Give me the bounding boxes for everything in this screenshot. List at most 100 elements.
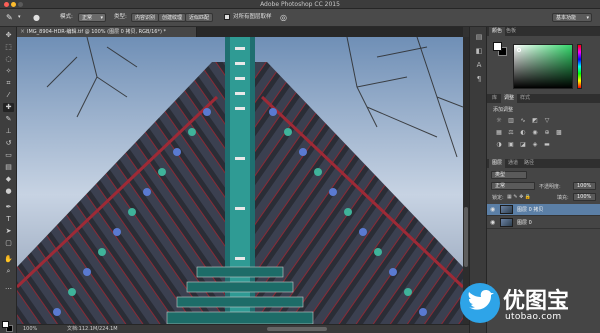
brush-preset-icon[interactable]: ● [33,13,40,22]
image-canvas[interactable] [17,37,463,324]
document-tab-bar: × IMG_8904-HDR-编辑.tif @ 100% (图层 0 拷贝, R… [17,27,463,37]
history-brush-tool-icon[interactable]: ↺ [3,139,14,148]
photo-roof-eaves [17,37,463,324]
adjustments-title: 添加调整 [493,107,514,113]
channel-mixer-icon[interactable]: ⊕ [543,129,551,136]
visibility-eye-icon[interactable]: ◉ [490,219,495,226]
properties-panel-icon[interactable]: ◧ [474,47,484,56]
healing-brush-tool-icon[interactable]: ✚ [3,103,14,112]
shape-tool-icon[interactable]: ▢ [3,239,14,248]
type-tool-icon[interactable]: T [3,215,14,224]
hue-sat-icon[interactable]: ▦ [495,129,503,136]
history-panel-icon[interactable]: ▤ [474,33,484,42]
layer-name: 图层 0 拷贝 [517,207,544,213]
healing-brush-icon[interactable]: ✎ [6,13,13,22]
lasso-tool-icon[interactable]: ◌ [3,55,14,64]
lock-icons[interactable]: ▦ ✎ ✥ 🔒 [507,194,531,200]
zoom-tool-icon[interactable]: ⌕ [3,267,14,276]
visibility-eye-icon[interactable]: ◉ [490,206,495,213]
create-texture-button[interactable]: 创建纹理 [158,13,187,22]
exposure-icon[interactable]: ◩ [531,117,539,124]
photo-filter-icon[interactable]: ◉ [531,129,539,136]
blend-mode-select[interactable]: 正常 [491,182,535,190]
app-title: Adobe Photoshop CC 2015 [260,1,340,8]
color-picker-cursor[interactable] [517,48,521,52]
hand-tool-icon[interactable]: ✋ [3,255,14,264]
color-panel [487,36,600,94]
eraser-tool-icon[interactable]: ▭ [3,151,14,160]
content-aware-button[interactable]: 内容识别 [131,13,160,22]
horizontal-scroll-thumb[interactable] [267,327,327,331]
color-panel-tabs: 颜色 色板 [487,27,600,36]
fill-input[interactable]: 100% [573,193,596,201]
pen-tool-icon[interactable]: ✒ [3,203,14,212]
character-panel-icon[interactable]: A [474,61,484,70]
crop-tool-icon[interactable]: ⌗ [3,79,14,88]
layer-row[interactable]: ◉ 图层 0 拷贝 [487,204,600,216]
workspace-select[interactable]: 基本功能 [552,13,592,22]
clone-stamp-tool-icon[interactable]: ⊥ [3,127,14,136]
gradient-tool-icon[interactable]: ▤ [3,163,14,172]
proximity-match-button[interactable]: 近似匹配 [185,13,214,22]
dodge-tool-icon[interactable]: ● [3,187,14,196]
tab-libraries[interactable]: 库 [489,94,500,103]
more-tools-icon[interactable]: … [3,283,14,292]
document-tab[interactable]: × IMG_8904-HDR-编辑.tif @ 100% (图层 0 拷贝, R… [17,27,197,37]
sample-all-layers-label: 对所有图层取样 [233,14,272,20]
layer-name: 图层 0 [517,220,532,226]
color-lookup-icon[interactable]: ▩ [555,129,563,136]
curves-icon[interactable]: ∿ [519,117,527,124]
tab-channels[interactable]: 通道 [505,159,521,168]
layer-filter-select[interactable]: 类型 [491,171,527,179]
toolbox: ✥ ⬚ ◌ ✧ ⌗ ⁄ ✚ ✎ ⊥ ↺ ▭ ▤ ◆ ● ✒ T ➤ ▢ ✋ ⌕ … [0,27,17,333]
close-tab-icon[interactable]: × [20,27,25,37]
layer-thumbnail [500,205,513,214]
brush-tool-icon[interactable]: ✎ [3,115,14,124]
mode-select[interactable]: 正常 [78,13,106,22]
tab-adjustments[interactable]: 调整 [501,94,518,103]
paragraph-panel-icon[interactable]: ¶ [474,75,484,84]
foreground-color-swatch[interactable] [2,321,9,328]
pressure-icon[interactable]: ◎ [280,13,287,22]
adjustments-panel: 添加调整 ☼ ▥ ∿ ◩ ▽ ▦ ⚖ ◐ ◉ ⊕ ▩ ◑ ▣ ◪ ◈ ▬ [487,103,600,159]
tab-styles[interactable]: 样式 [517,94,533,103]
posterize-icon[interactable]: ▣ [507,141,515,148]
hue-slider[interactable] [577,44,582,89]
move-tool-icon[interactable]: ✥ [3,31,14,40]
zoom-level[interactable]: 100% [23,325,37,333]
panel-foreground-swatch[interactable] [493,42,502,51]
vertical-scroll-thumb[interactable] [464,207,468,267]
vibrance-icon[interactable]: ▽ [543,117,551,124]
lock-label: 锁定: [492,195,504,201]
invert-icon[interactable]: ◑ [495,141,503,148]
layer-thumbnail [500,218,513,227]
gradient-map-icon[interactable]: ▬ [543,141,551,148]
watermark-title: 优图宝 [503,289,570,314]
levels-icon[interactable]: ▥ [507,117,515,124]
quick-select-tool-icon[interactable]: ✧ [3,67,14,76]
brightness-icon[interactable]: ☼ [495,117,503,124]
document-size: 文档:112.1M/224.1M [67,326,118,332]
tab-paths[interactable]: 路径 [521,159,537,168]
watermark-bird-logo [460,283,500,323]
watermark-url: utobao.com [505,312,562,322]
eyedropper-tool-icon[interactable]: ⁄ [3,91,14,100]
threshold-icon[interactable]: ◪ [519,141,527,148]
black-white-icon[interactable]: ◐ [519,129,527,136]
mode-label: 模式: [60,14,73,20]
options-bar: ✎ ▾ ● 模式: 正常 类型: 内容识别 创建纹理 近似匹配 对所有图层取样 … [0,9,600,27]
bird-icon [468,290,494,310]
tool-preset-dropdown-icon[interactable]: ▾ [18,13,21,22]
selective-color-icon[interactable]: ◈ [531,141,539,148]
color-spectrum[interactable] [513,44,573,89]
sample-all-layers-checkbox[interactable] [224,14,230,20]
status-bar: 100% 文档:112.1M/224.1M [17,324,469,333]
tab-layers[interactable]: 图层 [489,159,506,168]
blur-tool-icon[interactable]: ◆ [3,175,14,184]
opacity-input[interactable]: 100% [573,182,596,190]
tab-swatches[interactable]: 色板 [503,27,519,36]
color-balance-icon[interactable]: ⚖ [507,129,515,136]
marquee-tool-icon[interactable]: ⬚ [3,43,14,52]
path-select-tool-icon[interactable]: ➤ [3,227,14,236]
layer-row[interactable]: ◉ 图层 0 [487,217,600,229]
